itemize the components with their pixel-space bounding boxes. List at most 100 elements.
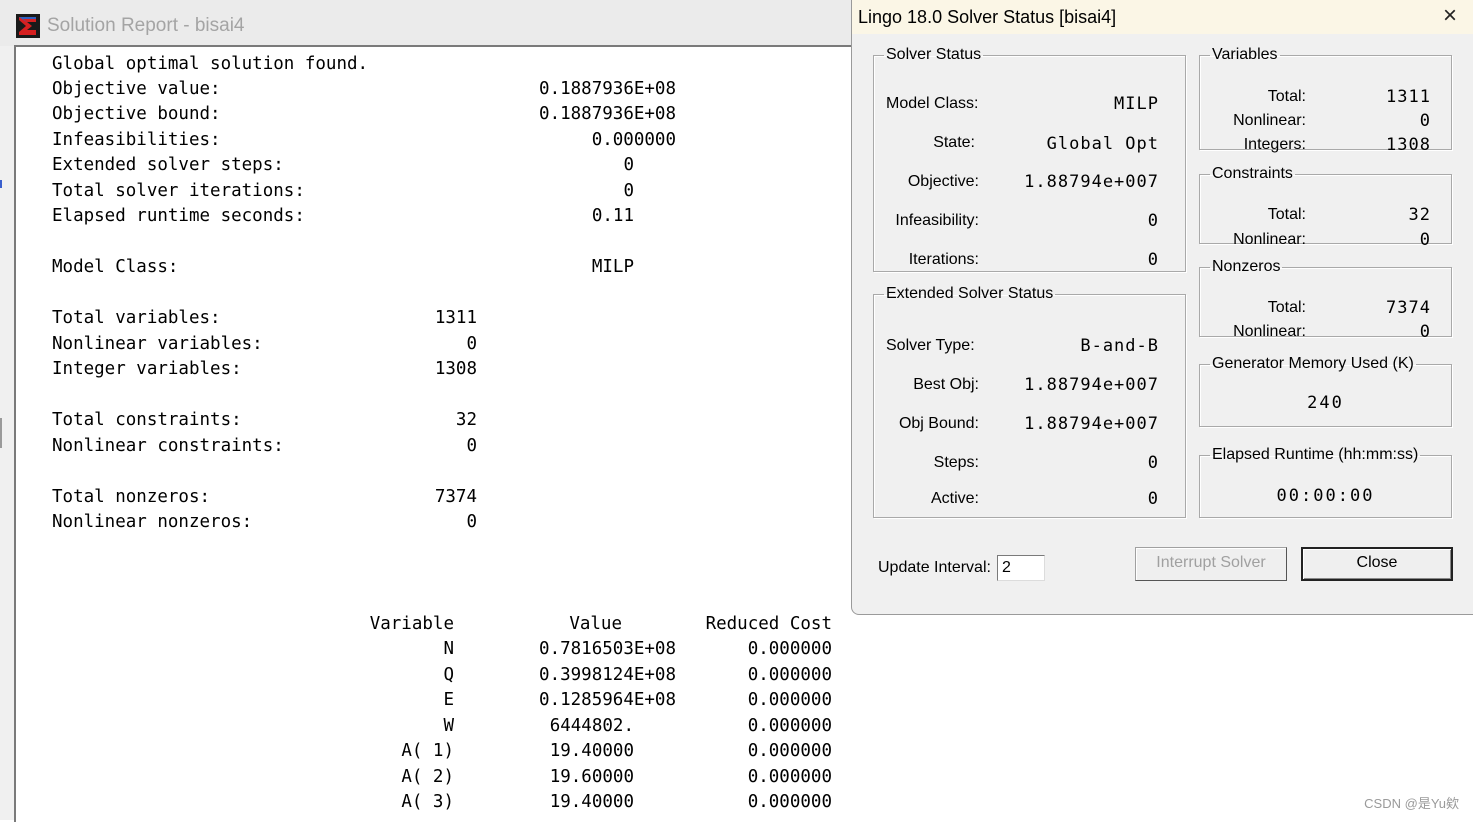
cell-variable: W [443, 716, 454, 736]
variables-nonlinear-value: 0 [1419, 111, 1431, 131]
solver-status-legend: Solver Status [886, 46, 982, 63]
summary-value: 0.000000 [591, 130, 676, 150]
interrupt-solver-button[interactable]: Interrupt Solver [1135, 547, 1287, 581]
variables-integers-label: Integers: [1243, 136, 1306, 153]
dialog-title: Lingo 18.0 Solver Status [bisai4] [858, 7, 1117, 27]
summary-value: 0 [623, 155, 634, 175]
lingo-app-icon [16, 14, 40, 38]
cell-value: 0.1285964E+08 [539, 690, 676, 710]
cell-reduced-cost: 0.000000 [747, 690, 832, 710]
update-interval-input[interactable] [997, 555, 1045, 581]
count-label: Nonlinear nonzeros: [52, 512, 253, 532]
summary-value: 0.1887936E+08 [539, 104, 676, 124]
objective-value: 1.88794e+007 [1024, 172, 1159, 192]
state-value: Global Opt [1046, 134, 1159, 154]
count-value: 0 [466, 512, 477, 532]
solution-report-window: Solution Report - bisai4 Global optimal … [0, 0, 866, 822]
solver-type-label: Solver Type: [886, 337, 975, 354]
cell-value: 19.40000 [549, 792, 634, 812]
count-value: 1311 [434, 308, 477, 328]
count-value: 0 [466, 334, 477, 354]
close-icon[interactable]: × [1438, 4, 1462, 29]
objective-label: Objective: [907, 173, 979, 190]
active-label: Active: [930, 490, 979, 507]
summary-value: 0.11 [591, 206, 634, 226]
nonzeros-nonlinear-value: 0 [1419, 322, 1431, 342]
count-value: 7374 [434, 487, 477, 507]
solver-status-group: Solver Status Model Class: MILP State: G… [873, 46, 1186, 272]
cell-variable: A( 1) [401, 741, 454, 761]
generator-memory-value: 240 [1307, 393, 1344, 413]
iterations-value: 0 [1147, 250, 1159, 270]
summary-label: Total solver iterations: [52, 181, 305, 201]
summary-label: Elapsed runtime seconds: [52, 206, 305, 226]
variables-total-value: 1311 [1386, 87, 1431, 107]
table-header-value: Value [569, 614, 622, 634]
nonzeros-nonlinear-label: Nonlinear: [1233, 323, 1306, 340]
generator-memory-group: Generator Memory Used (K) 240 [1199, 355, 1452, 427]
cell-reduced-cost: 0.000000 [747, 792, 832, 812]
count-value: 1308 [434, 359, 477, 379]
table-header-variable: Variable [369, 614, 454, 634]
close-button[interactable]: Close [1301, 547, 1453, 581]
model-class-label: Model Class: [52, 257, 179, 277]
count-value: 32 [455, 410, 477, 430]
summary-label: Extended solver steps: [52, 155, 284, 175]
summary-line: Global optimal solution found. [52, 54, 369, 74]
cell-variable: Q [443, 665, 454, 685]
variables-total-label: Total: [1267, 88, 1306, 105]
active-value: 0 [1147, 489, 1159, 509]
nonzeros-group: Nonzeros Total: 7374 Nonlinear: 0 [1199, 258, 1452, 342]
nonzeros-total-label: Total: [1267, 299, 1306, 316]
model-class-value: MILP [1114, 94, 1159, 114]
model-class-value: MILP [591, 257, 634, 277]
nonzeros-total-value: 7374 [1386, 298, 1431, 318]
best-obj-value: 1.88794e+007 [1024, 375, 1159, 395]
steps-value: 0 [1147, 453, 1159, 473]
report-titlebar[interactable]: Solution Report - bisai4 [0, 0, 860, 46]
best-obj-label: Best Obj: [913, 376, 979, 393]
summary-label: Objective bound: [52, 104, 221, 124]
watermark: CSDN @是Yu欸 [1364, 796, 1459, 811]
nonzeros-legend: Nonzeros [1212, 258, 1281, 275]
constraints-total-label: Total: [1267, 206, 1306, 223]
cell-variable: E [443, 690, 454, 710]
infeasibility-label: Infeasibility: [895, 212, 979, 229]
cell-reduced-cost: 0.000000 [747, 639, 832, 659]
iterations-label: Iterations: [908, 251, 979, 268]
elapsed-runtime-group: Elapsed Runtime (hh:mm:ss) 00:00:00 [1199, 446, 1452, 518]
summary-label: Objective value: [52, 79, 221, 99]
edge-line [0, 418, 2, 448]
report-text-area[interactable]: Global optimal solution found. Objective… [14, 45, 866, 822]
state-label: State: [933, 134, 975, 151]
cell-reduced-cost: 0.000000 [747, 665, 832, 685]
generator-memory-legend: Generator Memory Used (K) [1212, 355, 1414, 372]
variables-group: Variables Total: 1311 Nonlinear: 0 Integ… [1199, 46, 1452, 155]
model-class-label: Model Class: [886, 95, 979, 112]
count-label: Total nonzeros: [52, 487, 211, 507]
cell-value: 0.7816503E+08 [539, 639, 676, 659]
obj-bound-value: 1.88794e+007 [1024, 414, 1159, 434]
solver-status-dialog: Lingo 18.0 Solver Status [bisai4] × Solv… [851, 0, 1473, 615]
cell-variable: A( 3) [401, 792, 454, 812]
dialog-titlebar[interactable]: Lingo 18.0 Solver Status [bisai4] × [852, 0, 1473, 34]
variables-legend: Variables [1212, 46, 1278, 63]
count-label: Total constraints: [52, 410, 242, 430]
cell-variable: N [443, 639, 454, 659]
count-label: Nonlinear variables: [52, 334, 263, 354]
summary-value: 0.1887936E+08 [539, 79, 676, 99]
infeasibility-value: 0 [1147, 211, 1159, 231]
constraints-group: Constraints Total: 32 Nonlinear: 0 [1199, 165, 1452, 250]
extended-solver-status-group: Extended Solver Status Solver Type: B-an… [873, 285, 1186, 518]
cell-value: 19.60000 [549, 767, 634, 787]
cell-reduced-cost: 0.000000 [747, 767, 832, 787]
summary-value: 0 [623, 181, 634, 201]
constraints-nonlinear-label: Nonlinear: [1233, 231, 1306, 248]
cell-value: 19.40000 [549, 741, 634, 761]
edge-mark [0, 180, 2, 188]
constraints-nonlinear-value: 0 [1419, 230, 1431, 250]
cell-value: 6444802. [549, 716, 634, 736]
cell-reduced-cost: 0.000000 [747, 741, 832, 761]
count-value: 0 [466, 436, 477, 456]
variables-integers-value: 1308 [1386, 135, 1431, 155]
